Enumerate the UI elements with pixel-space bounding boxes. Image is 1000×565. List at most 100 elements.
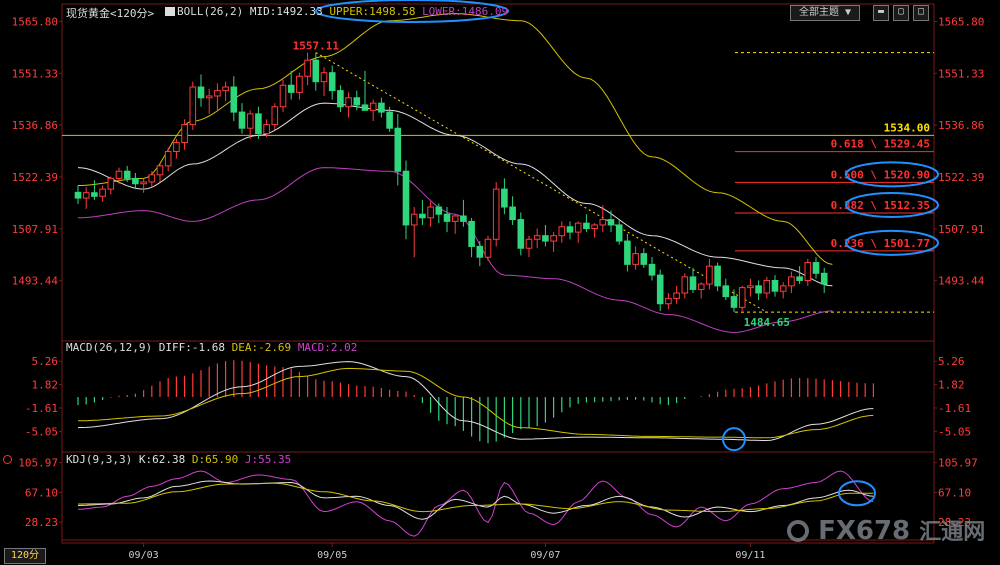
kdj-k: K:62.38	[138, 453, 186, 466]
price-axis-label-left: 1493.44	[12, 275, 59, 288]
candle	[476, 245, 484, 258]
macd-header: MACD(26,12,9) DIFF:-1.68 DEA:-2.69 MACD:…	[66, 341, 357, 354]
candle	[140, 181, 147, 185]
price-panel: 1534.000.618 \ 1529.450.500 \ 1520.900.3…	[62, 13, 934, 333]
macd-value: MACD:2.02	[297, 341, 358, 354]
candle	[763, 279, 771, 294]
chart-title: 现货黄金<120分>	[66, 5, 154, 21]
macd-axis-label-right: 5.26	[938, 355, 965, 368]
price-axis-label-right: 1551.33	[938, 67, 984, 80]
candle	[123, 170, 131, 179]
candle	[238, 111, 246, 129]
candle	[722, 285, 730, 298]
candle	[681, 276, 689, 294]
candle	[591, 224, 598, 230]
candle	[706, 265, 713, 285]
kdj-axis-label-left: 67.10	[25, 486, 58, 499]
candle	[394, 127, 402, 172]
candle	[632, 253, 639, 265]
candle	[542, 235, 549, 242]
window-restore-icon[interactable]: ▢	[893, 5, 909, 21]
candle	[640, 253, 648, 265]
boll-mid: MID:1492.33	[249, 5, 323, 18]
candle	[779, 285, 787, 292]
candle	[533, 235, 541, 240]
candle	[738, 287, 746, 308]
candle	[107, 177, 115, 190]
price-axis-label-left: 1551.33	[12, 67, 58, 80]
window-minimize-icon[interactable]: ▬	[873, 5, 889, 21]
boll-header: BOLL(26,2) MID:1492.33 UPPER:1498.58 LOW…	[165, 5, 508, 18]
macd-axis-label-right: -5.05	[938, 425, 971, 438]
candle	[812, 262, 820, 274]
theme-dropdown-button[interactable]: 全部主题 ▼	[790, 5, 860, 21]
candle	[197, 86, 205, 99]
candle	[697, 283, 705, 290]
candle	[435, 206, 443, 215]
boll-icon	[165, 7, 175, 16]
candle	[230, 86, 238, 113]
macd-panel	[77, 360, 875, 444]
candle	[689, 276, 697, 290]
candle	[599, 219, 607, 226]
candle	[747, 285, 754, 289]
candle	[246, 113, 254, 129]
candle	[796, 276, 803, 281]
candle	[214, 90, 221, 97]
price-axis-label-left: 1565.80	[12, 15, 58, 28]
macd-diff: DIFF:-1.68	[158, 341, 225, 354]
candle	[222, 86, 229, 92]
candle	[369, 102, 377, 111]
macd-name: MACD(26,12,9)	[66, 341, 153, 354]
kdj-k-line	[77, 480, 874, 520]
period-label: <120分>	[110, 7, 155, 20]
macd-axis-label-right: 1.82	[938, 379, 965, 392]
axes: 1565.80 1565.80 1551.33 1551.33 1536.86 1536.…	[12, 15, 985, 561]
chart-canvas: 1534.000.618 \ 1529.450.500 \ 1520.900.3…	[12, 0, 985, 561]
candle	[427, 206, 434, 219]
candle	[509, 206, 516, 221]
macd-axis-label-left: 5.26	[32, 355, 59, 368]
kdj-j: J:55.35	[244, 453, 292, 466]
candle	[173, 142, 180, 153]
candle	[378, 102, 385, 113]
candle	[443, 213, 451, 222]
macd-axis-label-left: -5.05	[25, 425, 58, 438]
candle	[574, 222, 582, 233]
window-maximize-icon[interactable]: □	[913, 5, 929, 21]
price-axis-label-left: 1507.91	[12, 223, 58, 236]
candle	[419, 213, 426, 219]
candle	[91, 192, 98, 197]
price-axis-label-right: 1565.80	[938, 15, 984, 28]
candle	[615, 224, 623, 242]
candle	[492, 188, 500, 240]
candle	[263, 124, 270, 135]
candle	[410, 213, 418, 226]
candle	[386, 111, 393, 129]
resistance-label: 1534.00	[884, 121, 930, 134]
candle	[205, 95, 213, 99]
price-axis-label-right: 1493.44	[938, 275, 985, 288]
boll-lower: LOWER:1486.09	[422, 5, 509, 18]
boll-mid-line	[77, 102, 833, 287]
macd-axis-label-right: -1.61	[938, 402, 971, 415]
candle	[460, 215, 467, 222]
period-tab[interactable]: 120分	[4, 548, 46, 564]
kdj-settings-icon[interactable]	[3, 455, 12, 464]
watermark: FX678 汇通网	[787, 514, 985, 546]
candle	[583, 222, 590, 230]
low-label: 1484.65	[744, 316, 790, 329]
boll-upper: UPPER:1498.58	[329, 5, 416, 18]
candle	[296, 75, 303, 93]
kdj-axis-label-left: 105.97	[18, 457, 58, 470]
candle	[648, 263, 656, 276]
kdj-j-line	[77, 470, 874, 537]
candle	[550, 235, 557, 242]
candle	[468, 220, 475, 247]
candle	[361, 104, 369, 111]
kdj-panel	[77, 470, 874, 537]
candle	[304, 59, 311, 77]
kdj-name: KDJ(9,3,3)	[66, 453, 133, 466]
candle	[714, 265, 721, 287]
kdj-d: D:65.90	[191, 453, 239, 466]
